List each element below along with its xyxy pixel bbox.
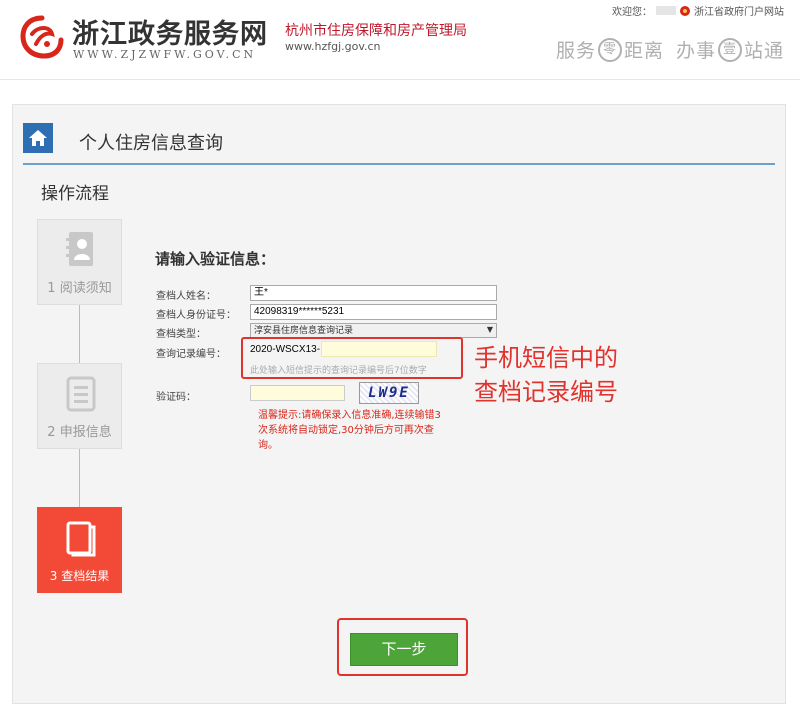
book-icon bbox=[66, 521, 96, 557]
slogan-circle: 壹 bbox=[717, 37, 742, 62]
welcome-text: 欢迎您： bbox=[612, 7, 652, 18]
page-title: 个人住房信息查询 bbox=[79, 133, 223, 154]
username-redacted bbox=[656, 6, 676, 15]
slogan-word: 办事 bbox=[675, 40, 716, 62]
captcha-label: 验证码： bbox=[156, 392, 196, 403]
record-number-label: 查询记录编号： bbox=[156, 349, 226, 360]
captcha-input[interactable] bbox=[250, 385, 345, 401]
slogan-word: 服务 bbox=[555, 40, 596, 62]
step-label: 2 申报信息 bbox=[47, 425, 112, 440]
site-url: WWW.ZJZWFW.GOV.CN bbox=[73, 48, 257, 61]
site-header: 浙江政务服务网 WWW.ZJZWFW.GOV.CN 杭州市住房保障和房产管理局 … bbox=[0, 0, 800, 80]
annotation-text: 手机短信中的 查档记录编号 bbox=[474, 341, 618, 409]
id-number-input[interactable]: 42098319******5231 bbox=[250, 304, 497, 320]
home-icon[interactable] bbox=[23, 123, 53, 153]
slogan-circle: 零 bbox=[597, 37, 622, 62]
step-submit-info[interactable]: 2 申报信息 bbox=[37, 363, 122, 449]
query-type-value: 淳安县住房信息查询记录 bbox=[254, 326, 354, 336]
top-links: 欢迎您： 浙江省政府门户网站 bbox=[612, 3, 784, 18]
slogan: 服务 零 距离 办事 壹 站通 bbox=[556, 36, 784, 63]
id-label: 查档人身份证号： bbox=[156, 310, 236, 321]
annotation-line: 手机短信中的 bbox=[474, 344, 618, 372]
contact-book-icon bbox=[66, 232, 93, 266]
name-input[interactable]: 王* bbox=[250, 285, 497, 301]
portal-link[interactable]: 浙江省政府门户网站 bbox=[694, 3, 784, 18]
agency-url: www.hzfgj.gov.cn bbox=[285, 40, 381, 53]
step-connector bbox=[79, 305, 80, 363]
captcha-image[interactable]: LW9E bbox=[359, 382, 419, 404]
slogan-word: 站通 bbox=[743, 40, 784, 62]
step-label: 1 阅读须知 bbox=[47, 281, 112, 296]
warning-text: 温馨提示:请确保录入信息准确,连续输错3次系统将自动锁定,30分钟后方可再次查询… bbox=[258, 410, 441, 451]
agency-name[interactable]: 杭州市住房保障和房产管理局 bbox=[285, 20, 467, 40]
step-connector bbox=[79, 449, 80, 507]
main-panel: 个人住房信息查询 操作流程 1 阅读须知 2 申报信息 3 查档结果 请输入验证… bbox=[12, 104, 786, 704]
flow-title: 操作流程 bbox=[41, 184, 109, 204]
step-query-result[interactable]: 3 查档结果 bbox=[37, 507, 122, 593]
step-label: 3 查档结果 bbox=[49, 569, 110, 583]
annotation-highlight-box bbox=[241, 337, 463, 379]
title-bar: 个人住房信息查询 bbox=[23, 119, 775, 165]
next-step-button[interactable]: 下一步 bbox=[350, 633, 458, 666]
form-document-icon bbox=[66, 376, 96, 412]
zjzwfw-logo-icon[interactable] bbox=[20, 14, 64, 60]
slogan-word: 距离 bbox=[623, 40, 664, 62]
site-name[interactable]: 浙江政务服务网 bbox=[72, 12, 268, 51]
form-heading: 请输入验证信息： bbox=[155, 250, 276, 268]
national-emblem-icon bbox=[680, 5, 690, 16]
query-type-select[interactable]: 淳安县住房信息查询记录 ▼ bbox=[250, 323, 497, 338]
step-read-notice[interactable]: 1 阅读须知 bbox=[37, 219, 122, 305]
annotation-line: 查档记录编号 bbox=[474, 378, 618, 406]
dropdown-arrow-icon: ▼ bbox=[486, 325, 493, 334]
name-label: 查档人姓名： bbox=[156, 291, 216, 302]
type-label: 查档类型： bbox=[156, 329, 206, 340]
